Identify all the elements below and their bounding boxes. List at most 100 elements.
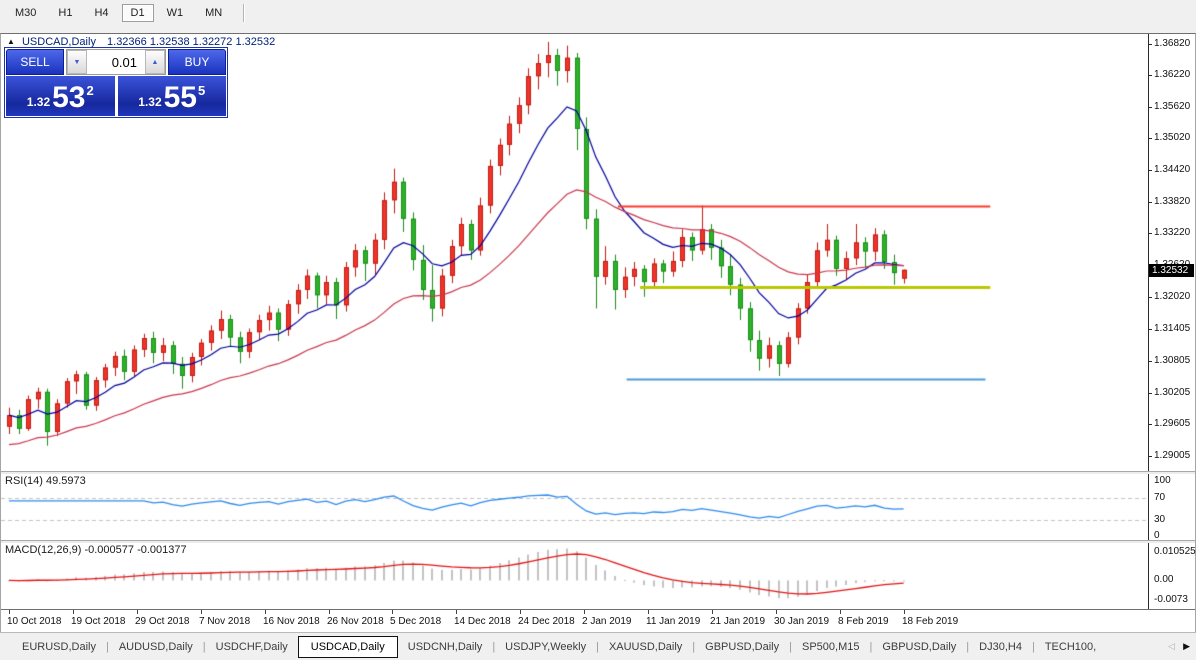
date-axis-tick: [137, 610, 138, 614]
date-axis-label: 16 Nov 2018: [263, 616, 320, 627]
sell-price-pipette: 2: [87, 83, 94, 98]
buy-quote-button[interactable]: 1.32 55 5: [118, 76, 227, 116]
date-axis-tick: [904, 610, 905, 614]
sell-button[interactable]: SELL: [6, 49, 64, 75]
sell-price-prefix: 1.32: [27, 95, 50, 109]
price-axis-tick: [1149, 456, 1152, 457]
date-axis-tick: [776, 610, 777, 614]
date-axis-tick: [520, 610, 521, 614]
date-axis-label: 7 Nov 2018: [199, 616, 250, 627]
one-click-trading-panel: SELL ▼ 0.01 ▲ BUY 1.32: [4, 47, 228, 118]
tab-scroll-buttons: ◁ ▶: [1160, 641, 1190, 652]
date-axis-tick: [265, 610, 266, 614]
price-axis-label: 1.36820: [1154, 38, 1190, 49]
price-axis-tick: [1149, 75, 1152, 76]
macd-label: MACD(12,26,9) -0.000577 -0.001377: [5, 544, 187, 556]
chart-tab-usdcnh-daily[interactable]: USDCNH,Daily: [398, 637, 493, 657]
timeframe-button-mn[interactable]: MN: [196, 4, 231, 22]
date-axis-tick: [392, 610, 393, 614]
timeframe-button-m30[interactable]: M30: [6, 4, 45, 22]
tabs-scroll-right-icon[interactable]: ▶: [1183, 641, 1190, 652]
date-axis-label: 24 Dec 2018: [518, 616, 575, 627]
macd-axis-label: 0.010525: [1154, 546, 1196, 557]
macd-axis: 0.0105250.00-0.0073: [1148, 543, 1195, 609]
volume-decrease-button[interactable]: ▼: [67, 50, 87, 74]
timeframe-button-h4[interactable]: H4: [85, 4, 117, 22]
date-axis-label: 21 Jan 2019: [710, 616, 765, 627]
chart-tab-eurusd-daily[interactable]: EURUSD,Daily: [12, 637, 106, 657]
timeframe-button-d1[interactable]: D1: [122, 4, 154, 22]
date-axis-tick: [329, 610, 330, 614]
date-axis-label: 10 Oct 2018: [7, 616, 61, 627]
price-axis-tick: [1149, 233, 1152, 234]
chart-tab-bar: EURUSD,Daily|AUDUSD,Daily|USDCHF,DailyUS…: [0, 632, 1196, 660]
price-axis-tick: [1149, 424, 1152, 425]
rsi-canvas[interactable]: [1, 474, 1148, 540]
chart-tab-usdchf-daily[interactable]: USDCHF,Daily: [206, 637, 298, 657]
date-axis-label: 8 Feb 2019: [838, 616, 889, 627]
buy-price-big-digits: 55: [164, 84, 197, 112]
volume-input[interactable]: 0.01: [87, 50, 145, 74]
chart-tab-usdcad-daily[interactable]: USDCAD,Daily: [298, 636, 398, 658]
date-axis-tick: [648, 610, 649, 614]
date-axis-tick: [73, 610, 74, 614]
date-axis-label: 14 Dec 2018: [454, 616, 511, 627]
date-axis-label: 30 Jan 2019: [774, 616, 829, 627]
chart-tab-tech100[interactable]: TECH100,: [1035, 637, 1106, 657]
rsi-label: RSI(14) 49.5973: [5, 475, 86, 487]
timeframe-button-h1[interactable]: H1: [49, 4, 81, 22]
macd-axis-label: -0.0073: [1154, 594, 1188, 605]
chart-tab-dj30-h4[interactable]: DJ30,H4: [969, 637, 1032, 657]
trading-terminal: M30H1H4D1W1MN ▲ USDCAD,Daily 1.32366 1.3…: [0, 0, 1196, 660]
chart-tab-gbpusd-daily[interactable]: GBPUSD,Daily: [872, 637, 966, 657]
price-axis-tick: [1149, 202, 1152, 203]
macd-pane: MACD(12,26,9) -0.000577 -0.001377 0.0105…: [1, 543, 1195, 609]
date-axis-label: 19 Oct 2018: [71, 616, 125, 627]
date-axis-label: 2 Jan 2019: [582, 616, 632, 627]
date-axis-tick: [9, 610, 10, 614]
toolbar-separator: [243, 4, 245, 22]
price-axis-tick: [1149, 393, 1152, 394]
chart-tab-xauusd-daily[interactable]: XAUUSD,Daily: [599, 637, 692, 657]
price-axis-label: 1.36220: [1154, 69, 1190, 80]
date-axis-tick: [712, 610, 713, 614]
buy-price-prefix: 1.32: [138, 95, 161, 109]
date-axis-tick: [201, 610, 202, 614]
price-axis-label: 1.32020: [1154, 291, 1190, 302]
date-axis-label: 26 Nov 2018: [327, 616, 384, 627]
timeframe-buttons: M30H1H4 D1W1MN: [6, 3, 245, 23]
timeframe-button-w1[interactable]: W1: [158, 4, 193, 22]
rsi-axis-label: 100: [1154, 475, 1171, 486]
buy-button[interactable]: BUY: [168, 49, 226, 75]
price-axis-tick: [1149, 44, 1152, 45]
timeframe-toolbar: M30H1H4 D1W1MN: [0, 0, 1196, 33]
price-axis-label: 1.30205: [1154, 387, 1190, 398]
chart-tabs: EURUSD,Daily|AUDUSD,Daily|USDCHF,DailyUS…: [12, 636, 1158, 658]
price-axis-label: 1.35620: [1154, 101, 1190, 112]
price-axis-tick: [1149, 170, 1152, 171]
price-axis-tick: [1149, 297, 1152, 298]
price-axis-tick: [1149, 361, 1152, 362]
chart-window: ▲ USDCAD,Daily 1.32366 1.32538 1.32272 1…: [0, 33, 1196, 632]
sell-quote-button[interactable]: 1.32 53 2: [6, 76, 115, 116]
volume-increase-button[interactable]: ▲: [145, 50, 165, 74]
price-axis-tick: [1149, 107, 1152, 108]
price-axis-tick: [1149, 138, 1152, 139]
date-axis: 10 Oct 201819 Oct 201829 Oct 20187 Nov 2…: [1, 609, 1195, 632]
collapse-panel-arrow-icon[interactable]: ▲: [7, 37, 15, 46]
price-axis-label: 1.33820: [1154, 196, 1190, 207]
price-axis: 1.368201.362201.356201.350201.344201.338…: [1148, 34, 1195, 471]
triangle-up-icon: ▲: [152, 59, 159, 66]
date-axis-tick: [584, 610, 585, 614]
chart-tab-usdjpy-weekly[interactable]: USDJPY,Weekly: [495, 637, 596, 657]
price-axis-label: 1.29005: [1154, 450, 1190, 461]
rsi-pane: RSI(14) 49.5973 10070300: [1, 474, 1195, 540]
chart-tab-gbpusd-daily[interactable]: GBPUSD,Daily: [695, 637, 789, 657]
current-price-label: 1.32532: [1149, 264, 1194, 277]
chart-tab-sp500-m15[interactable]: SP500,M15: [792, 637, 869, 657]
date-axis-label: 11 Jan 2019: [646, 616, 700, 627]
volume-spinner: ▼ 0.01 ▲: [66, 49, 166, 75]
tabs-scroll-left-icon[interactable]: ◁: [1168, 641, 1175, 652]
chart-tab-audusd-daily[interactable]: AUDUSD,Daily: [109, 637, 203, 657]
main-chart-pane: ▲ USDCAD,Daily 1.32366 1.32538 1.32272 1…: [1, 34, 1195, 471]
